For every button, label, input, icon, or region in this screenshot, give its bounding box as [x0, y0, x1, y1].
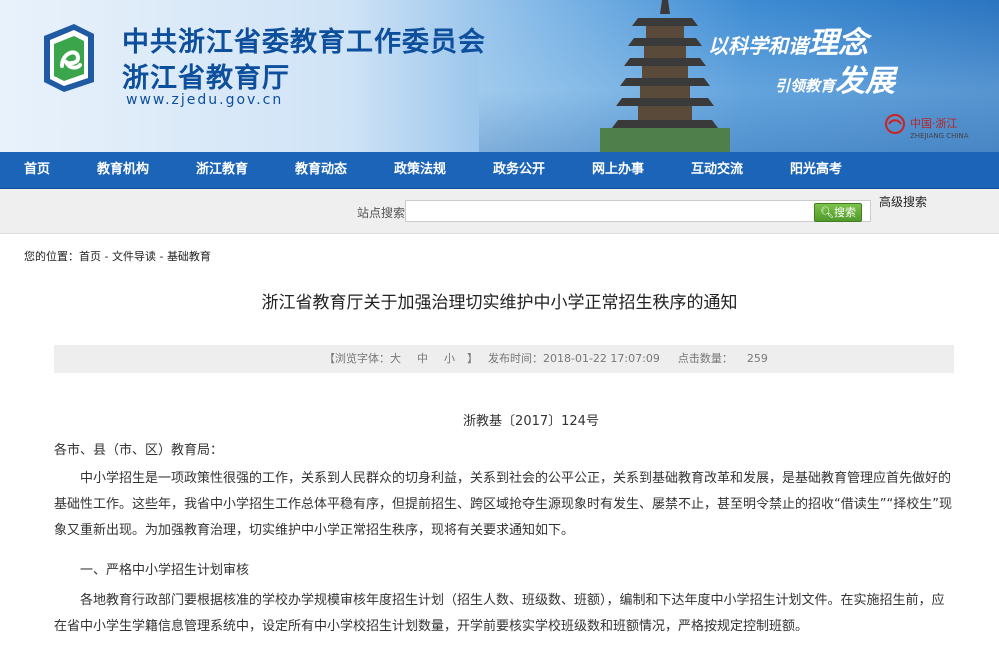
site-logo-icon[interactable] [40, 22, 98, 94]
nav-item-sunshine-gaokao[interactable]: 阳光高考 [790, 152, 842, 188]
click-count: 259 [746, 352, 768, 365]
china-zhejiang-en: ZHEJIANG CHINA [910, 132, 969, 140]
search-button-label: 搜索 [833, 206, 856, 219]
slogan2-emphasis: 发展 [835, 64, 896, 99]
nav-item-institutions[interactable]: 教育机构 [97, 152, 149, 188]
font-size-medium[interactable]: 中 [417, 352, 428, 365]
site-banner: 中共浙江省委教育工作委员会 浙江省教育厅 www.zjedu.gov.cn 以科… [0, 0, 999, 152]
org-title-department: 浙江省教育厅 [122, 63, 290, 94]
salutation: 各市、县（市、区）教育局： [54, 443, 224, 458]
search-button[interactable]: 🔍︎搜索 [814, 203, 862, 222]
font-size-small[interactable]: 小 [444, 352, 455, 365]
font-size-label: 【浏览字体： [324, 352, 390, 365]
click-count-label: 点击数量： [677, 352, 733, 365]
nav-item-news[interactable]: 教育动态 [295, 152, 347, 188]
slogan1-prefix: 以科学和谐 [708, 34, 808, 58]
breadcrumb-home[interactable]: 首页 [79, 250, 101, 263]
font-size-label-end: 】 [467, 352, 478, 365]
zhejiang-emblem-icon [885, 114, 905, 134]
publish-time: 2018-01-22 17:07:09 [543, 352, 660, 365]
breadcrumb-separator: - [101, 250, 112, 263]
search-input[interactable] [405, 200, 871, 222]
font-size-large[interactable]: 大 [390, 352, 401, 365]
nav-item-policies[interactable]: 政策法规 [394, 152, 446, 188]
article-title: 浙江省教育厅关于加强治理切实维护中小学正常招生秩序的通知 [261, 293, 738, 313]
search-icon: 🔍︎ [820, 206, 834, 219]
paragraph-section-1: 各地教育行政部门要根据核准的学校办学规模审核年度招生计划（招生人数、班级数、班额… [54, 593, 945, 634]
document-number: 浙教基〔2017〕124号 [463, 414, 599, 429]
org-title-committee: 中共浙江省委教育工作委员会 [122, 27, 486, 58]
article-meta-bar: 【浏览字体：大 中 小】发布时间：2018-01-22 17:07:09 点击数量： 2… [54, 345, 954, 373]
slogan2-prefix: 引领教育 [775, 77, 836, 95]
nav-item-zhejiang-education[interactable]: 浙江教育 [196, 152, 248, 188]
nav-item-home[interactable]: 首页 [24, 152, 50, 188]
breadcrumb-file-guide[interactable]: 文件导读 [112, 250, 156, 263]
search-label: 站点搜索 [357, 206, 406, 220]
china-zhejiang-cn: 中国·浙江 [910, 117, 958, 130]
breadcrumb: 您的位置：首页 - 文件导读 - 基础教育 [24, 248, 211, 264]
main-nav: 首页 教育机构 浙江教育 教育动态 政策法规 政务公开 网上办事 互动交流 阳光… [0, 152, 999, 189]
nav-item-government-affairs[interactable]: 政务公开 [493, 152, 545, 188]
breadcrumb-prefix: 您的位置： [24, 250, 79, 263]
breadcrumb-separator: - [155, 250, 167, 263]
nav-item-interaction[interactable]: 互动交流 [691, 152, 743, 188]
paragraph-intro: 中小学招生是一项政策性很强的工作，关系到人民群众的切身利益，关系到社会的公平公正… [54, 471, 952, 538]
article-meta: 【浏览字体：大 中 小】发布时间：2018-01-22 17:07:09 点击数量： 2… [324, 345, 768, 373]
breadcrumb-basic-education[interactable]: 基础教育 [167, 250, 211, 263]
publish-time-label: 发布时间： [488, 352, 543, 365]
advanced-search-link[interactable]: 高级搜索 [879, 193, 927, 210]
site-url: www.zjedu.gov.cn [126, 92, 284, 108]
china-zhejiang-label: 中国·浙江 ZHEJIANG CHINA [910, 115, 969, 140]
nav-item-online-services[interactable]: 网上办事 [592, 152, 644, 188]
section-heading-1: 一、严格中小学招生计划审核 [80, 563, 250, 578]
slogan-line-2: 引领教育发展 [775, 56, 895, 100]
